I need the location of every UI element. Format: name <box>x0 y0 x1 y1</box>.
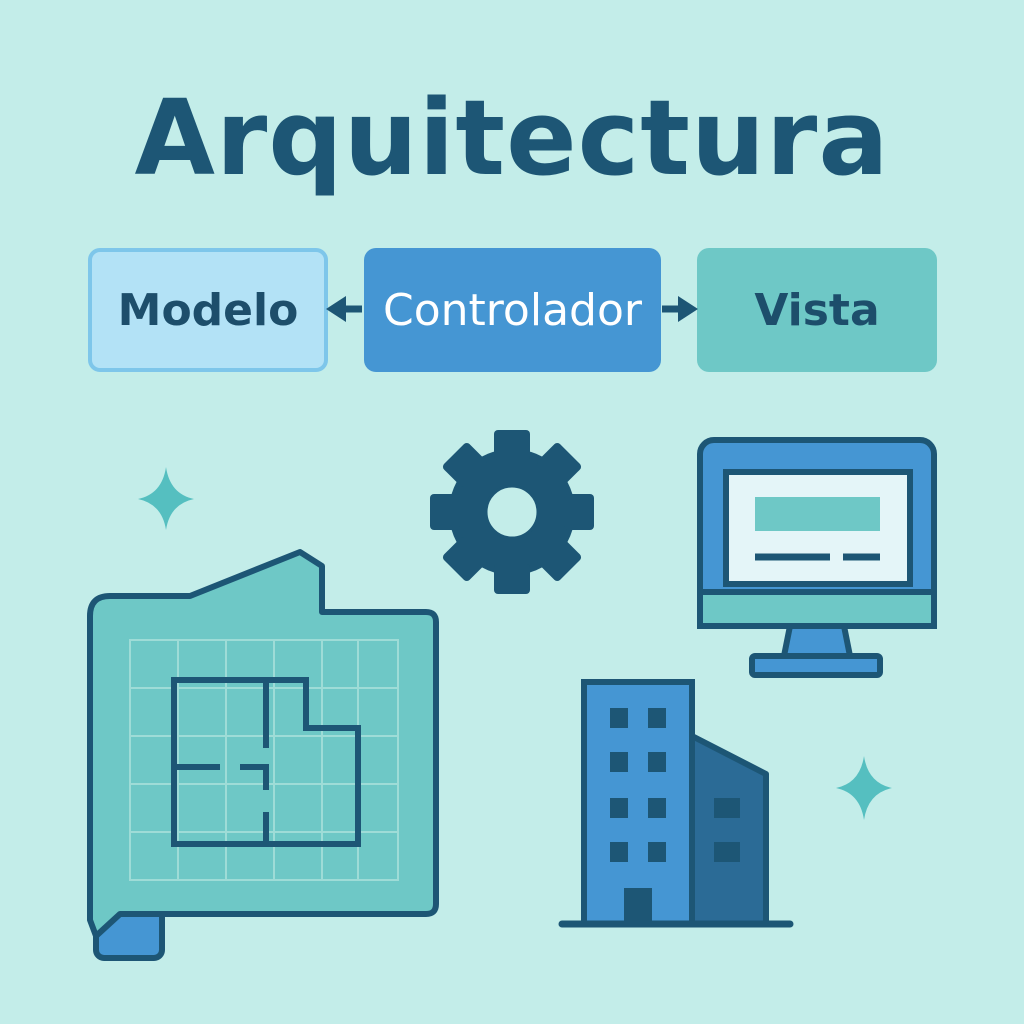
blueprint-icon <box>87 549 439 961</box>
gear-icon <box>430 430 594 594</box>
building-icon <box>558 679 794 928</box>
illustration-layer <box>87 296 937 961</box>
sparkle-icon <box>836 756 892 820</box>
sparkle-icon <box>138 467 194 530</box>
monitor-icon <box>697 437 937 678</box>
arrow-controller-to-view <box>662 296 698 322</box>
arrow-controller-to-model <box>326 296 362 322</box>
